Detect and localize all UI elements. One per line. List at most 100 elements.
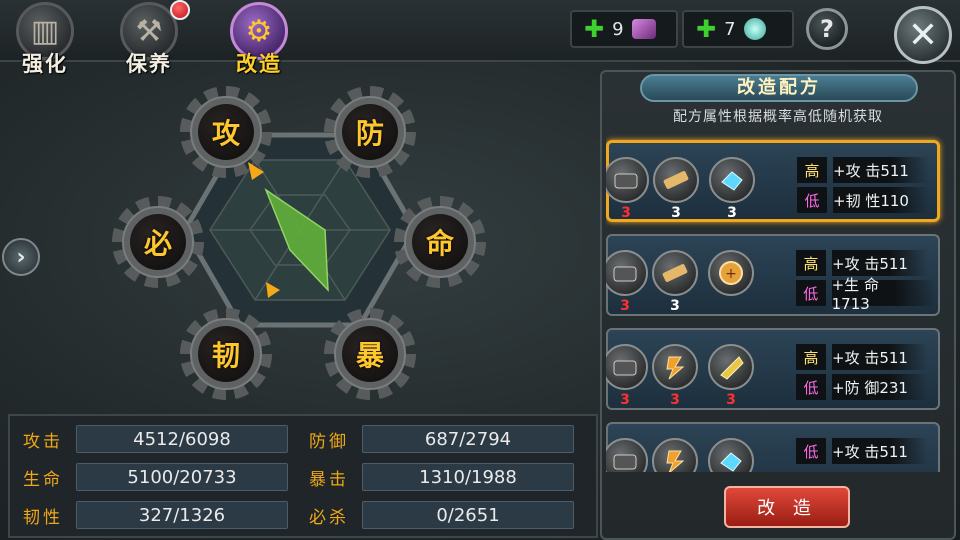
material-count: 3 [621,205,631,221]
attr-node-hit: 命 [394,196,486,288]
iron-ore-icon [606,438,648,472]
side-expand-button[interactable]: › [2,238,40,276]
stat-row: 暴击 1310/1988 [296,462,574,492]
blue-crystal-icon [708,438,754,472]
recipe-low-attr: 低 +韧 性110 [797,187,937,213]
stat-value: 1310/1988 [362,463,574,491]
iron-ore-icon [606,344,648,390]
tab-enhance-label: 强化 [22,51,68,76]
attr-node-crit: 暴 [324,308,416,400]
low-tag: 低 [797,187,827,213]
material-count: 3 [670,298,680,314]
attr-tough-label: 韧 [211,339,240,372]
attr-defense-label: 防 [355,117,384,150]
stat-label: 必杀 [309,507,349,528]
currency-gem-amount: 7 [724,18,736,40]
low-attr-text: +生 命1713 [831,276,936,313]
high-attr-text: +攻 击511 [833,157,929,183]
tab-enhance[interactable]: ▥ 强化 [2,2,88,76]
high-attr-text: +攻 击511 [832,438,928,464]
high-attr-text: +攻 击511 [832,250,928,276]
blue-crystal-icon [709,157,755,203]
recipe-card[interactable]: 3 3 3 高 +攻 击511 低 +韧 性110 [606,140,940,222]
chevron-right-icon: › [16,244,26,270]
attr-node-defense: 防 [324,86,416,178]
tab-maintain-label: 保养 [126,51,172,76]
low-attr-text: +防 御231 [832,374,928,400]
recipe-high-attr: 低 +攻 击511 [796,438,936,464]
svg-text:+: + [725,266,737,282]
attr-kill-label: 必 [143,227,172,260]
attr-attack-label: 攻 [211,117,240,150]
help-button[interactable]: ? [806,8,848,50]
recipe-panel-title: 改造配方 [640,74,918,102]
stats-panel: 攻击 4512/6098 防御 687/2794 生命 5100/20733 暴… [8,414,598,538]
attr-crit-label: 暴 [355,339,384,372]
gold-medal-icon: + [708,250,754,296]
help-icon: ? [820,15,834,43]
currency-ore[interactable]: ✚ 9 [570,10,678,48]
attr-node-kill: 必 [112,196,204,288]
recipe-low-attr: 低 +防 御231 [796,374,936,400]
recipe-high-attr: 高 +攻 击511 [796,250,936,276]
low-tag: 低 [796,438,826,464]
recipe-high-attr: 高 +攻 击511 [797,157,937,183]
low-tag: 低 [796,280,826,306]
material-count: 3 [670,392,680,408]
low-attr-text: +韧 性110 [833,187,929,213]
attr-node-tough: 韧 [180,308,272,400]
stat-row: 必杀 0/2651 [296,500,574,530]
high-tag: 高 [797,157,827,183]
material-count: 3 [726,392,736,408]
stat-value: 0/2651 [362,501,574,529]
close-icon: ✕ [907,14,939,56]
stat-label: 暴击 [309,469,349,490]
material-count: 3 [671,205,681,221]
stat-label: 韧性 [23,507,63,528]
recipe-low-attr: 低 +生 命1713 [796,276,936,313]
stat-label: 防御 [309,431,349,452]
material-count: 3 [620,298,630,314]
low-tag: 低 [796,374,826,400]
stat-value: 4512/6098 [76,425,288,453]
recipe-card[interactable]: 低 +攻 击511 [606,422,940,472]
purple-ore-icon [631,19,656,39]
high-tag: 高 [796,344,826,370]
fire-bolt-icon [652,344,698,390]
currency-ore-amount: 9 [612,18,624,40]
forge-button[interactable]: 改 造 [724,486,850,528]
recipe-card[interactable]: 3 3 3 高 +攻 击511 低 +防 御231 [606,328,940,410]
wood-plank-icon [652,250,698,296]
stat-row: 韧性 327/1326 [10,500,288,530]
stat-value: 327/1326 [76,501,288,529]
cyan-gem-icon [743,18,766,40]
high-tag: 高 [796,250,826,276]
gold-cone-icon [708,344,754,390]
plus-icon: ✚ [584,15,605,43]
attr-hit-label: 命 [425,227,454,260]
notification-dot [170,0,190,20]
iron-ore-icon [606,250,648,296]
stat-row: 生命 5100/20733 [10,462,288,492]
stat-label: 攻击 [23,431,63,452]
recipe-card[interactable]: 3 3 + 高 +攻 击511 低 +生 命1713 [606,234,940,316]
stat-row: 攻击 4512/6098 [10,424,288,454]
recipe-high-attr: 高 +攻 击511 [796,344,936,370]
fire-bolt-icon [652,438,698,472]
recipe-list[interactable]: 3 3 3 高 +攻 击511 低 +韧 性110 3 3 + 高 +攻 击51… [606,134,946,472]
recipe-panel-subtitle: 配方属性根据概率高低随机获取 [673,109,883,125]
currency-gem[interactable]: ✚ 7 [682,10,794,48]
tab-modify[interactable]: ⚙ 改造 [216,2,302,76]
material-count: 3 [620,392,630,408]
stat-value: 687/2794 [362,425,574,453]
high-attr-text: +攻 击511 [832,344,928,370]
plus-icon: ✚ [696,15,717,43]
stat-label: 生命 [23,469,63,490]
iron-ore-icon [606,157,649,203]
attr-node-attack: 攻 [180,86,272,178]
stat-value: 5100/20733 [76,463,288,491]
close-button[interactable]: ✕ [894,6,952,64]
tab-modify-label: 改造 [236,51,282,76]
wood-plank-icon [653,157,699,203]
material-count: 3 [727,205,737,221]
